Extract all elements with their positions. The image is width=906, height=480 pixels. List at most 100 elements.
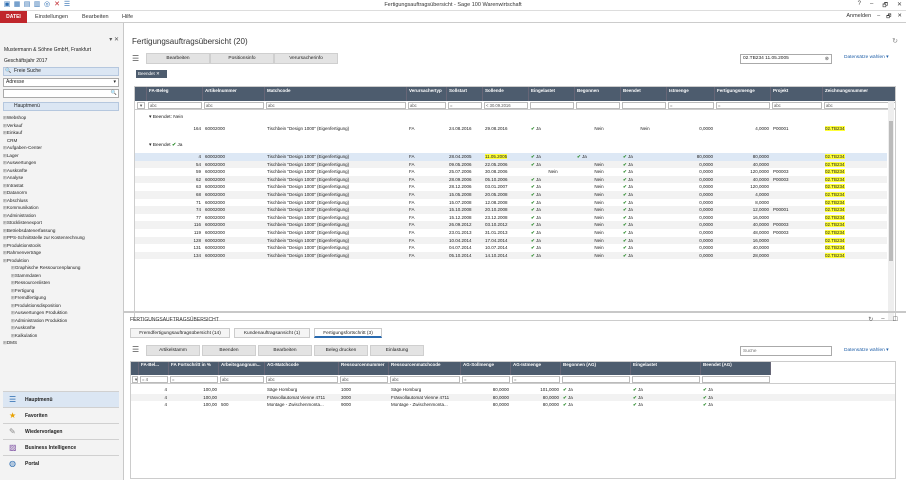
col-header[interactable]: Eingelastet: [631, 362, 701, 375]
filter-toggle-icon[interactable]: ▼: [137, 102, 145, 109]
date-range-input[interactable]: 02.TB234 11.05.2005: [740, 54, 832, 64]
filter-cell[interactable]: =: [170, 376, 218, 383]
minimize-button[interactable]: –: [870, 1, 873, 11]
tree-item[interactable]: Datanorm: [3, 189, 119, 197]
col-header[interactable]: FA Fortschritt in %: [169, 362, 219, 375]
table-row[interactable]: 4 60002000 Tischbein "Design 1000" (Eigenf…: [135, 153, 887, 161]
hamburger-icon[interactable]: ☰: [132, 345, 139, 354]
tree-item[interactable]: Auswertungen: [3, 159, 119, 167]
group-row-ja[interactable]: ▾ Beendet ✔ Ja: [149, 141, 182, 151]
pin-icon[interactable]: ▾ ✕: [109, 36, 119, 43]
tree-item[interactable]: Verkauf: [3, 122, 119, 130]
tree-item[interactable]: Stücklistenexport: [3, 219, 119, 227]
col-header[interactable]: AG-Sollmenge: [461, 362, 511, 375]
select-records-link[interactable]: Datensätze wählen ▾: [844, 55, 889, 60]
tab-fremdfertigung[interactable]: Fremdfertigungsauftragsübersicht (14): [130, 328, 230, 338]
help-button[interactable]: ?: [858, 1, 861, 11]
table-row[interactable]: 54 60002000 Tischbein "Design 1000" (Eigen…: [135, 160, 887, 169]
table-row[interactable]: 4 100,00 Säge Homburg 1000 Säge Homburg 80,00…: [131, 386, 895, 394]
col-header[interactable]: Istmenge: [667, 87, 715, 101]
filter-cell[interactable]: [702, 376, 770, 383]
tree-item[interactable]: PPS-Schnittstelle zur Kostenrechnung: [3, 234, 119, 242]
table-row[interactable]: 77 60002000 Tischbein "Design 1000" (Eigen…: [135, 214, 887, 222]
table-row[interactable]: 134 60002000 Tischbein "Design 1000" (Eige…: [135, 251, 887, 260]
filter-cell[interactable]: abc: [148, 102, 202, 109]
col-header[interactable]: FA-Bel...: [139, 362, 169, 375]
table-row[interactable]: 131 60002000 Tischbein "Design 1000" (Eige…: [135, 244, 887, 252]
refresh-icon[interactable]: ↻: [868, 316, 873, 323]
tree-item[interactable]: Webshop: [3, 114, 119, 122]
nav-favoriten[interactable]: ★ Favoriten: [3, 407, 119, 423]
filter-icon[interactable]: [135, 87, 147, 101]
col-header[interactable]: Eingelastet: [529, 87, 575, 101]
col-header[interactable]: Begonnen: [575, 87, 621, 101]
filter-cell[interactable]: =: [512, 376, 560, 383]
tree-item[interactable]: Auswertungen Produktion: [3, 309, 119, 317]
col-header[interactable]: Matchcode: [265, 87, 407, 101]
free-search-header[interactable]: Freie Suche: [3, 67, 119, 76]
col-header[interactable]: Beendet (AG): [701, 362, 771, 375]
filter-cell[interactable]: abc: [266, 376, 338, 383]
filter-cell[interactable]: [632, 376, 700, 383]
nav-wiedervorlagen[interactable]: ✎ Wiedervorlagen: [3, 423, 119, 439]
tree-item[interactable]: Administration: [3, 212, 119, 220]
tree-item[interactable]: Einkauf: [3, 129, 119, 137]
tree-item[interactable]: Ressourcenlisten: [3, 279, 119, 287]
filter-cell[interactable]: [562, 376, 630, 383]
filter-icon[interactable]: [131, 362, 139, 375]
tree-item[interactable]: Kalkulation: [3, 332, 119, 340]
tree-item[interactable]: Produktion: [3, 257, 119, 265]
tree-item[interactable]: Stammdaten: [3, 272, 119, 280]
filter-cell[interactable]: < 30.09.2016: [484, 102, 528, 109]
filter-cell[interactable]: abc: [772, 102, 822, 109]
tree-item[interactable]: Aufgaben-Center: [3, 144, 119, 152]
bearbeiten-button[interactable]: Bearbeiten: [146, 53, 210, 64]
tab-fertigungsfortschritt[interactable]: Fertigungsfortschritt (3): [314, 328, 382, 338]
group-row-nein[interactable]: ▾ Beendet: Nein: [149, 113, 183, 123]
login-link[interactable]: Anmelden: [846, 13, 871, 22]
detail-search-input[interactable]: [740, 346, 832, 356]
verursacherinfo-button[interactable]: Verursacherinfo: [274, 53, 338, 64]
col-header[interactable]: AG-Istmenge: [511, 362, 561, 375]
menu-einstellungen[interactable]: Einstellungen: [35, 14, 68, 20]
nav-business-intelligence[interactable]: ▨ Business Intelligence: [3, 439, 119, 455]
tree-item[interactable]: Fertigung: [3, 287, 119, 295]
doc-restore-button[interactable]: 🗗: [886, 13, 891, 22]
beenden-button[interactable]: Beenden: [202, 345, 256, 356]
tree-item[interactable]: Lager: [3, 152, 119, 160]
restore-button[interactable]: 🗗: [882, 1, 888, 11]
tree-item[interactable]: Auskünfte: [3, 167, 119, 175]
tree-item[interactable]: Intrastat: [3, 182, 119, 190]
col-header[interactable]: Ressourcennummer: [339, 362, 389, 375]
table-row[interactable]: 164 60002000 Tischbein "Design 1000" (Eige…: [135, 125, 887, 133]
nav-hauptmenue[interactable]: ☰ Hauptmenü: [3, 391, 119, 407]
table-row[interactable]: 4 100,00 500 Montage - Zwischenmonta... 9000…: [131, 401, 895, 409]
beleg-drucken-button[interactable]: Beleg drucken: [314, 345, 368, 356]
file-menu[interactable]: DATEI: [0, 11, 27, 23]
filter-cell[interactable]: =: [716, 102, 770, 109]
menu-bearbeiten[interactable]: Bearbeiten: [82, 14, 109, 20]
filter-cell[interactable]: =: [448, 102, 482, 109]
col-header[interactable]: Ressourcenmatchcode: [389, 362, 461, 375]
tree-item[interactable]: Rahmenverträge: [3, 249, 119, 257]
col-header[interactable]: Beendet: [621, 87, 667, 101]
tree-item[interactable]: Graphische Ressourcenplanung: [3, 264, 119, 272]
filter-cell[interactable]: abc: [204, 102, 264, 109]
close-button[interactable]: ✕: [897, 1, 902, 11]
filter-cell[interactable]: abc: [408, 102, 446, 109]
table-row[interactable]: 71 60002000 Tischbein "Design 1000" (Eigen…: [135, 199, 887, 207]
filter-cell[interactable]: abc: [824, 102, 895, 109]
tree-item[interactable]: Produktionstools: [3, 242, 119, 250]
tab-kundenauftrag[interactable]: Kundenauftragsansicht (1): [234, 328, 310, 338]
refresh-icon[interactable]: ↻: [892, 37, 898, 45]
tree-item[interactable]: Produktionsdisposition: [3, 302, 119, 310]
sidebar-search-input[interactable]: [3, 89, 119, 98]
table-row[interactable]: 63 60002000 Tischbein "Design 1000" (Eigen…: [135, 183, 887, 191]
table-row[interactable]: 62 60002000 Tischbein "Design 1000" (Eigen…: [135, 175, 887, 184]
table-row[interactable]: 74 60002000 Tischbein "Design 1000" (Eigen…: [135, 206, 887, 214]
table-row[interactable]: 119 60002000 Tischbein "Design 1000" (Eige…: [135, 229, 887, 237]
col-header[interactable]: Fertigungsmenge: [715, 87, 771, 101]
tree-item[interactable]: Abschluss: [3, 197, 119, 205]
col-header[interactable]: Zeichnungsnummer: [823, 87, 895, 101]
table-row[interactable]: 128 60002000 Tischbein "Design 1000" (Eige…: [135, 236, 887, 245]
